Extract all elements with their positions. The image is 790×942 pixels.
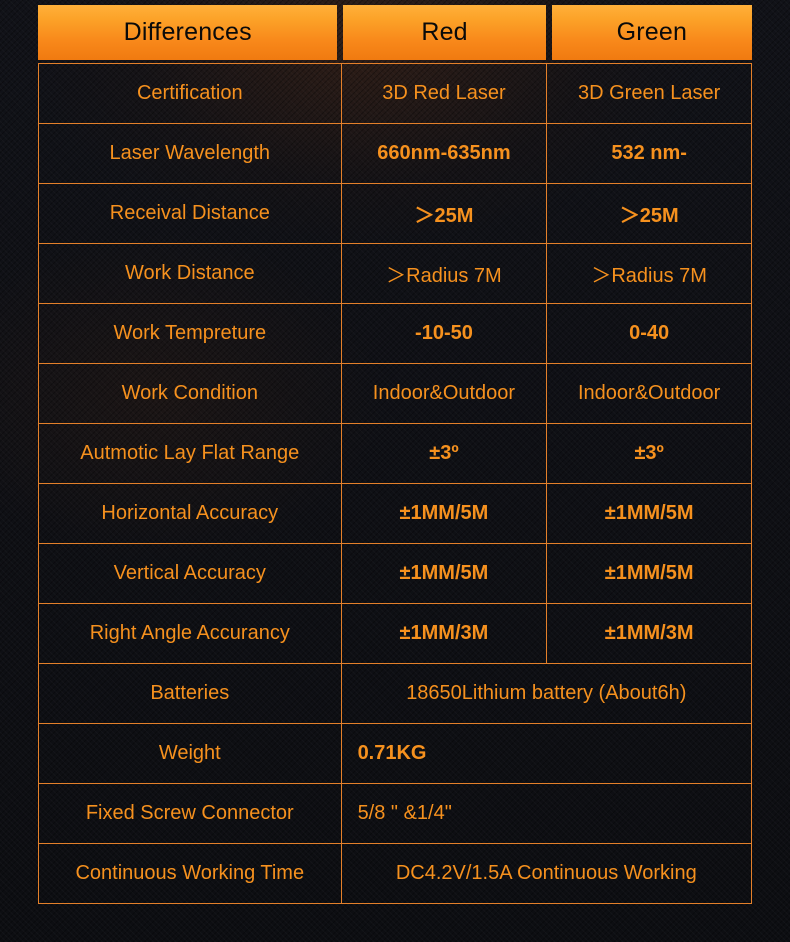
row-value-red: 3D Red Laser bbox=[341, 64, 548, 124]
row-label: Laser Wavelength bbox=[39, 124, 342, 184]
row-label: Batteries bbox=[39, 664, 342, 724]
table-row: Right Angle Accurancy ±1MM/3M ±1MM/3M bbox=[39, 604, 753, 664]
row-value-green: ＞25M bbox=[547, 184, 753, 244]
table-row: Certification 3D Red Laser 3D Green Laser bbox=[39, 64, 753, 124]
row-value-green: ±3º bbox=[547, 424, 753, 484]
header-cell-green: Green bbox=[551, 5, 752, 60]
row-label: Weight bbox=[39, 724, 342, 784]
table-row: Work Distance ＞Radius 7M ＞Radius 7M bbox=[39, 244, 753, 304]
row-value-red: ＞Radius 7M bbox=[341, 244, 548, 304]
row-label: Autmotic Lay Flat Range bbox=[39, 424, 342, 484]
row-value-green: ±1MM/5M bbox=[547, 544, 753, 604]
specification-comparison-table: Differences Red Green Certification 3D Re… bbox=[38, 5, 753, 904]
table-row: Autmotic Lay Flat Range ±3º ±3º bbox=[39, 424, 753, 484]
row-value-green: ±1MM/5M bbox=[547, 484, 753, 544]
table-row: Receival Distance ＞25M ＞25M bbox=[39, 184, 753, 244]
row-value-green: 532 nm- bbox=[547, 124, 753, 184]
table-header-row: Differences Red Green bbox=[38, 5, 752, 60]
row-label: Horizontal Accuracy bbox=[39, 484, 342, 544]
row-label: Work Tempreture bbox=[39, 304, 342, 364]
row-value-red: Indoor&Outdoor bbox=[341, 364, 548, 424]
row-value-merged: 0.71KG bbox=[341, 724, 752, 784]
row-label: Vertical Accuracy bbox=[39, 544, 342, 604]
row-value-red: ＞25M bbox=[341, 184, 548, 244]
row-value-green: 0-40 bbox=[547, 304, 753, 364]
row-value-red: ±1MM/5M bbox=[341, 484, 548, 544]
row-label: Right Angle Accurancy bbox=[39, 604, 342, 664]
table-body: Certification 3D Red Laser 3D Green Laser L… bbox=[38, 63, 753, 904]
row-value-merged: DC4.2V/1.5A Continuous Working bbox=[341, 844, 752, 904]
table-row: Continuous Working Time DC4.2V/1.5A Conti… bbox=[39, 844, 752, 904]
row-label: Certification bbox=[39, 64, 342, 124]
header-cell-red: Red bbox=[343, 5, 546, 60]
row-value-red: ±1MM/3M bbox=[341, 604, 548, 664]
header-cell-differences: Differences bbox=[38, 5, 338, 60]
row-value-green: Indoor&Outdoor bbox=[547, 364, 753, 424]
table-row: Laser Wavelength 660nm-635nm 532 nm- bbox=[39, 124, 753, 184]
row-value-red: ±1MM/5M bbox=[341, 544, 548, 604]
row-value-green: 3D Green Laser bbox=[547, 64, 753, 124]
row-label: Work Distance bbox=[39, 244, 342, 304]
row-label: Receival Distance bbox=[39, 184, 342, 244]
row-value-red: -10-50 bbox=[341, 304, 548, 364]
table-row: Horizontal Accuracy ±1MM/5M ±1MM/5M bbox=[39, 484, 753, 544]
table-row: Fixed Screw Connector 5/8 " &1/4" bbox=[39, 784, 752, 844]
row-value-green: ＞Radius 7M bbox=[547, 244, 753, 304]
table-row: Weight 0.71KG bbox=[39, 724, 752, 784]
row-label: Continuous Working Time bbox=[39, 844, 342, 904]
table-row: Batteries 18650Lithium battery (About6h) bbox=[39, 664, 752, 724]
table-row: Vertical Accuracy ±1MM/5M ±1MM/5M bbox=[39, 544, 753, 604]
row-value-red: ±3º bbox=[341, 424, 548, 484]
row-label: Work Condition bbox=[39, 364, 342, 424]
row-value-green: ±1MM/3M bbox=[547, 604, 753, 664]
table-row: Work Tempreture -10-50 0-40 bbox=[39, 304, 753, 364]
row-value-red: 660nm-635nm bbox=[341, 124, 548, 184]
row-value-merged: 18650Lithium battery (About6h) bbox=[341, 664, 752, 724]
table-row: Work Condition Indoor&Outdoor Indoor&Outdo… bbox=[39, 364, 753, 424]
row-label: Fixed Screw Connector bbox=[39, 784, 342, 844]
row-value-merged: 5/8 " &1/4" bbox=[341, 784, 752, 844]
